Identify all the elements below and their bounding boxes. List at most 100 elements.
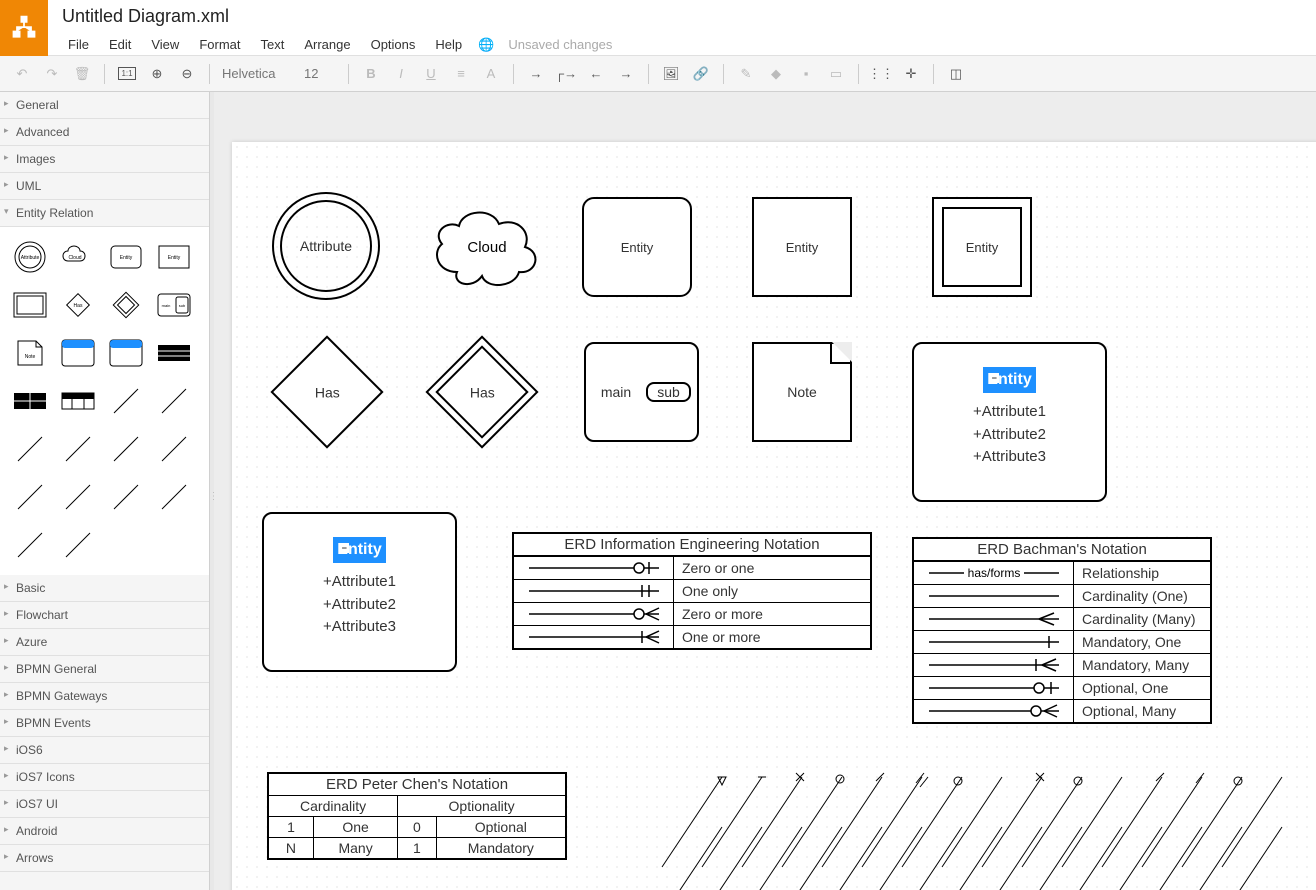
shape-table-dark2[interactable] xyxy=(8,379,52,423)
connector-button[interactable]: → xyxy=(522,60,550,88)
collapse-icon[interactable]: − xyxy=(339,543,349,553)
entity-square-shape[interactable]: Entity xyxy=(752,197,852,297)
sidebar-uml[interactable]: UML xyxy=(0,173,209,200)
has-diamond-shape[interactable]: Has xyxy=(270,335,383,448)
shape-line-10[interactable] xyxy=(152,475,196,519)
shape-mainsub[interactable]: mainsub xyxy=(152,283,196,327)
entity-card-shape[interactable]: −Entity +Attribute1 +Attribute2 +Attribu… xyxy=(912,342,1107,502)
ie-notation-table[interactable]: ERD Information Engineering Notation Zer… xyxy=(512,532,872,650)
document-title[interactable]: Untitled Diagram.xml xyxy=(58,4,612,29)
sidebar-bpmn-events[interactable]: BPMN Events xyxy=(0,710,209,737)
shape-line-12[interactable] xyxy=(56,523,100,567)
connector-samples-row2[interactable] xyxy=(642,817,1302,890)
has-double-diamond-shape[interactable]: Has xyxy=(425,335,538,448)
font-color-button[interactable]: A xyxy=(477,60,505,88)
canvas[interactable]: Attribute Cloud Entity Entity Entity Has… xyxy=(232,142,1316,890)
shape-line-6[interactable] xyxy=(152,427,196,471)
layout-button[interactable]: ◫ xyxy=(942,60,970,88)
shape-attribute[interactable]: Attribute xyxy=(8,235,52,279)
sidebar-flowchart[interactable]: Flowchart xyxy=(0,602,209,629)
sidebar-general[interactable]: General xyxy=(0,92,209,119)
shape-line-11[interactable] xyxy=(8,523,52,567)
sidebar-ios6[interactable]: iOS6 xyxy=(0,737,209,764)
shape-entity-card-blue2[interactable] xyxy=(104,331,148,375)
font-family-input[interactable] xyxy=(218,62,298,85)
italic-button[interactable]: I xyxy=(387,60,415,88)
rect-button[interactable]: ▭ xyxy=(822,60,850,88)
menu-edit[interactable]: Edit xyxy=(99,33,141,56)
shape-entity-double[interactable] xyxy=(8,283,52,327)
shadow-button[interactable]: ▪ xyxy=(792,60,820,88)
shape-line-2[interactable] xyxy=(152,379,196,423)
chen-notation-table[interactable]: ERD Peter Chen's Notation CardinalityOpt… xyxy=(267,772,567,860)
attribute-shape[interactable]: Attribute xyxy=(272,192,380,300)
zoom-in-button[interactable]: ⊕ xyxy=(143,60,171,88)
globe-icon[interactable]: 🌐 xyxy=(478,37,494,53)
bachman-notation-table[interactable]: ERD Bachman's Notation has/formsRelation… xyxy=(912,537,1212,724)
entity-label: Entity xyxy=(621,240,654,255)
shape-table-dark[interactable] xyxy=(152,331,196,375)
shape-cloud[interactable]: Cloud xyxy=(56,235,100,279)
sidebar-azure[interactable]: Azure xyxy=(0,629,209,656)
cloud-shape[interactable]: Cloud xyxy=(427,202,547,292)
line-color-button[interactable]: ✎ xyxy=(732,60,760,88)
shape-line-4[interactable] xyxy=(56,427,100,471)
shape-line-8[interactable] xyxy=(56,475,100,519)
zoom-out-button[interactable]: ⊖ xyxy=(173,60,201,88)
menu-text[interactable]: Text xyxy=(250,33,294,56)
sidebar-android[interactable]: Android xyxy=(0,818,209,845)
sidebar-arrows[interactable]: Arrows xyxy=(0,845,209,872)
sidebar-entity-relation[interactable]: Entity Relation xyxy=(0,200,209,227)
shape-entity-round[interactable]: Entity xyxy=(104,235,148,279)
sidebar-bpmn-general[interactable]: BPMN General xyxy=(0,656,209,683)
menu-help[interactable]: Help xyxy=(425,33,472,56)
guides-button[interactable]: ✛ xyxy=(897,60,925,88)
sidebar-images[interactable]: Images xyxy=(0,146,209,173)
entity-card-shape-2[interactable]: −Entity +Attribute1 +Attribute2 +Attribu… xyxy=(262,512,457,672)
menu-format[interactable]: Format xyxy=(189,33,250,56)
collapse-icon[interactable]: − xyxy=(989,373,999,383)
sidebar-ios7-ui[interactable]: iOS7 UI xyxy=(0,791,209,818)
app-logo[interactable] xyxy=(0,0,48,56)
menu-options[interactable]: Options xyxy=(361,33,426,56)
shape-has[interactable]: Has xyxy=(56,283,100,327)
shape-line-9[interactable] xyxy=(104,475,148,519)
shape-line-7[interactable] xyxy=(8,475,52,519)
undo-button[interactable]: ↶ xyxy=(8,60,36,88)
menu-arrange[interactable]: Arrange xyxy=(294,33,360,56)
shape-line-3[interactable] xyxy=(8,427,52,471)
zoom-fit-button[interactable]: 1:1 xyxy=(113,60,141,88)
sidebar-ios7-icons[interactable]: iOS7 Icons xyxy=(0,764,209,791)
svg-text:main: main xyxy=(162,303,171,308)
waypoint-button[interactable]: ┌→ xyxy=(552,60,580,88)
fill-color-button[interactable]: ◆ xyxy=(762,60,790,88)
font-size-input[interactable] xyxy=(300,62,340,85)
sidebar-basic[interactable]: Basic xyxy=(0,575,209,602)
sidebar-bpmn-gateways[interactable]: BPMN Gateways xyxy=(0,683,209,710)
mainsub-shape[interactable]: main sub xyxy=(584,342,699,442)
note-shape[interactable]: Note xyxy=(752,342,852,442)
entity-round-shape[interactable]: Entity xyxy=(582,197,692,297)
align-button[interactable]: ≡ xyxy=(447,60,475,88)
shape-line-5[interactable] xyxy=(104,427,148,471)
redo-button[interactable]: ↷ xyxy=(38,60,66,88)
link-button[interactable]: 🔗 xyxy=(687,60,715,88)
shape-entity-card-blue[interactable] xyxy=(56,331,100,375)
shape-note[interactable]: Note xyxy=(8,331,52,375)
shape-entity-square[interactable]: Entity xyxy=(152,235,196,279)
grid-dots-button[interactable]: ⋮⋮ xyxy=(867,60,895,88)
image-button[interactable]: 🖼 xyxy=(657,60,685,88)
delete-button[interactable]: 🗑 xyxy=(68,60,96,88)
entity-double-shape[interactable]: Entity xyxy=(932,197,1032,297)
bold-button[interactable]: B xyxy=(357,60,385,88)
arrow-end-button[interactable]: → xyxy=(612,60,640,88)
canvas-area[interactable]: Attribute Cloud Entity Entity Entity Has… xyxy=(214,92,1316,890)
shape-has-double[interactable] xyxy=(104,283,148,327)
menu-view[interactable]: View xyxy=(141,33,189,56)
menu-file[interactable]: File xyxy=(58,33,99,56)
shape-table-split[interactable] xyxy=(56,379,100,423)
sidebar-advanced[interactable]: Advanced xyxy=(0,119,209,146)
underline-button[interactable]: U xyxy=(417,60,445,88)
arrow-start-button[interactable]: ← xyxy=(582,60,610,88)
shape-line-1[interactable] xyxy=(104,379,148,423)
